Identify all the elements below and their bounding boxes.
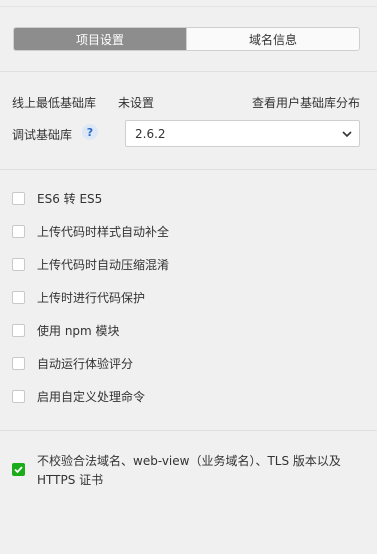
top-divider bbox=[0, 6, 377, 7]
debug-base-lib-selected-value: 2.6.2 bbox=[135, 126, 166, 141]
option-label: 上传代码时样式自动补全 bbox=[37, 224, 170, 239]
option-label: 上传代码时自动压缩混淆 bbox=[37, 257, 170, 272]
tab-project-settings[interactable]: 项目设置 bbox=[14, 28, 186, 50]
option-custom-commands[interactable]: 启用自定义处理命令 bbox=[12, 388, 145, 404]
option-auto-audit[interactable]: 自动运行体验评分 bbox=[12, 355, 133, 371]
option-skip-domain-check[interactable]: 不校验合法域名、web-view（业务域名）、TLS 版本以及 HTTPS 证书 bbox=[12, 452, 352, 490]
section-divider bbox=[0, 169, 377, 170]
checkbox[interactable] bbox=[12, 257, 25, 271]
option-label: 上传时进行代码保护 bbox=[37, 290, 146, 305]
option-es6-to-es5[interactable]: ES6 转 ES5 bbox=[12, 190, 102, 206]
checkbox[interactable] bbox=[12, 290, 25, 304]
checkbox[interactable] bbox=[12, 224, 25, 238]
debug-base-lib-select[interactable]: 2.6.2 bbox=[125, 120, 360, 147]
online-min-base-lib-value: 未设置 bbox=[118, 96, 155, 110]
checkmark-icon bbox=[14, 466, 23, 474]
debug-base-lib-label: 调试基础库 bbox=[12, 128, 73, 142]
option-label: 自动运行体验评分 bbox=[37, 356, 134, 371]
checkbox-checked[interactable] bbox=[12, 463, 25, 476]
option-style-autoprefix[interactable]: 上传代码时样式自动补全 bbox=[12, 223, 169, 239]
option-code-protect[interactable]: 上传时进行代码保护 bbox=[12, 289, 145, 305]
help-icon[interactable]: ? bbox=[82, 124, 98, 140]
view-user-base-lib-distribution-link[interactable]: 查看用户基础库分布 bbox=[252, 94, 360, 111]
option-minify[interactable]: 上传代码时自动压缩混淆 bbox=[12, 256, 169, 272]
option-label: 使用 npm 模块 bbox=[37, 323, 120, 338]
section-divider bbox=[0, 430, 377, 431]
chevron-down-icon bbox=[342, 131, 352, 138]
checkbox[interactable] bbox=[12, 323, 25, 337]
checkbox[interactable] bbox=[12, 389, 25, 403]
checkbox[interactable] bbox=[12, 356, 25, 370]
option-label: 不校验合法域名、web-view（业务域名）、TLS 版本以及 HTTPS 证书 bbox=[37, 454, 341, 487]
checkbox[interactable] bbox=[12, 191, 25, 205]
option-label: ES6 转 ES5 bbox=[37, 191, 103, 206]
tab-domain-info[interactable]: 域名信息 bbox=[186, 28, 359, 50]
online-min-base-lib-label: 线上最低基础库 bbox=[12, 96, 97, 110]
settings-tabs: 项目设置 域名信息 bbox=[13, 27, 360, 51]
option-npm[interactable]: 使用 npm 模块 bbox=[12, 322, 120, 338]
option-label: 启用自定义处理命令 bbox=[37, 389, 146, 404]
section-divider bbox=[0, 71, 377, 72]
